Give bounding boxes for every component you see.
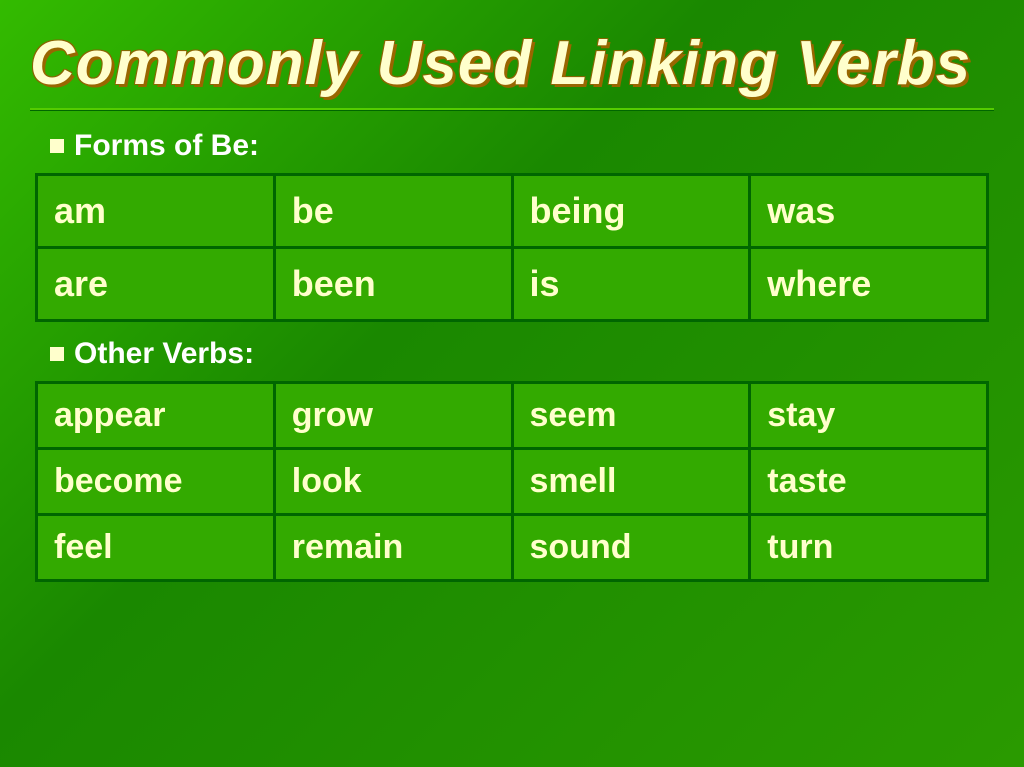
table-cell: being <box>512 175 750 248</box>
table-cell: remain <box>274 515 512 581</box>
table-row: am be being was <box>37 175 988 248</box>
table-cell: appear <box>37 383 275 449</box>
bullet-icon <box>50 347 64 361</box>
table-cell: grow <box>274 383 512 449</box>
table-row: become look smell taste <box>37 449 988 515</box>
bullet-icon <box>50 139 64 153</box>
page-background: Commonly Used Linking Verbs Forms of Be:… <box>0 0 1024 767</box>
other-verbs-label: Other Verbs: <box>50 337 994 371</box>
table-cell: feel <box>37 515 275 581</box>
forms-of-be-table: am be being was are been is where <box>35 173 989 322</box>
table-cell: become <box>37 449 275 515</box>
table-cell: am <box>37 175 275 248</box>
table-cell: be <box>274 175 512 248</box>
table-cell: been <box>274 248 512 321</box>
table-cell: are <box>37 248 275 321</box>
page-title: Commonly Used Linking Verbs <box>30 30 994 98</box>
table-cell: stay <box>750 383 988 449</box>
table-cell: is <box>512 248 750 321</box>
table-cell: turn <box>750 515 988 581</box>
other-verbs-text: Other Verbs: <box>74 337 254 371</box>
table-cell: was <box>750 175 988 248</box>
forms-of-be-text: Forms of Be: <box>74 129 259 163</box>
table-row: are been is where <box>37 248 988 321</box>
table-cell: seem <box>512 383 750 449</box>
other-verbs-table: appear grow seem stay become look smell … <box>35 381 989 582</box>
table-row: feel remain sound turn <box>37 515 988 581</box>
table-cell: sound <box>512 515 750 581</box>
divider <box>30 108 994 111</box>
table-row: appear grow seem stay <box>37 383 988 449</box>
table-cell: where <box>750 248 988 321</box>
table-cell: taste <box>750 449 988 515</box>
table-cell: look <box>274 449 512 515</box>
forms-of-be-label: Forms of Be: <box>50 129 994 163</box>
table-cell: smell <box>512 449 750 515</box>
